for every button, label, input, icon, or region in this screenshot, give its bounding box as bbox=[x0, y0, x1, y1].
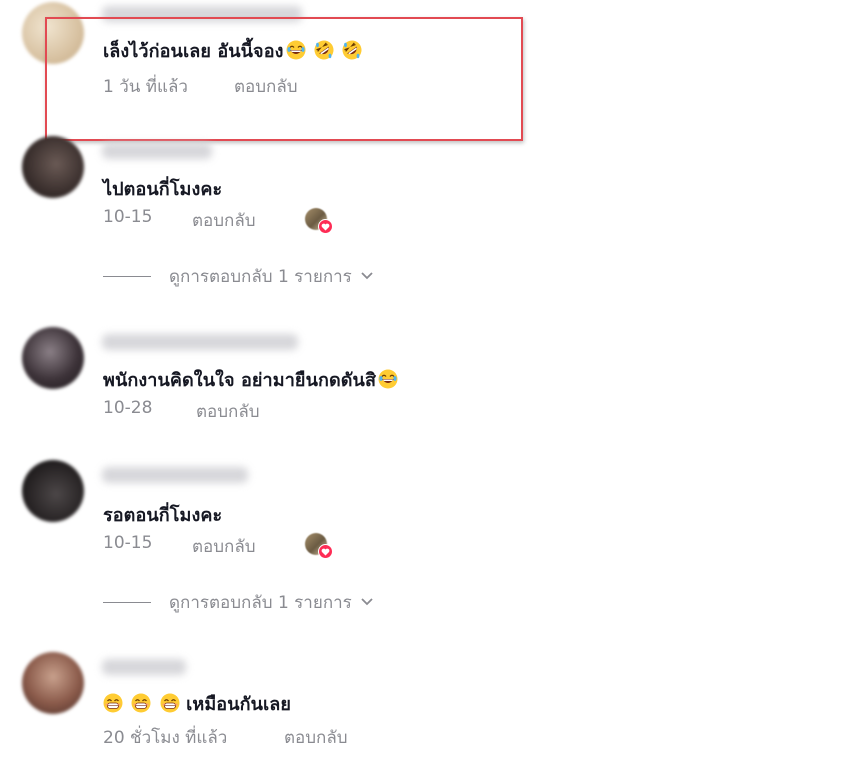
comment-text: ไปตอนกี่โมงคะ bbox=[103, 179, 223, 200]
grinning-face-icon bbox=[131, 693, 151, 713]
grinning-face-icon bbox=[160, 693, 180, 713]
view-replies-button[interactable]: ดูการตอบกลับ 1 รายการ bbox=[103, 591, 374, 613]
view-replies-button[interactable]: ดูการตอบกลับ 1 รายการ bbox=[103, 265, 374, 287]
comment-text: เหมือนกันเลย bbox=[103, 689, 291, 718]
heart-icon bbox=[318, 219, 333, 234]
chevron-down-icon bbox=[361, 272, 373, 280]
reply-button[interactable]: ตอบกลับ bbox=[192, 207, 256, 234]
avatar[interactable] bbox=[22, 652, 84, 714]
username-blurred[interactable] bbox=[102, 659, 186, 675]
reply-button[interactable]: ตอบกลับ bbox=[284, 724, 348, 751]
comment-time: 10-15 bbox=[103, 533, 153, 553]
laughing-face-icon bbox=[378, 369, 398, 389]
divider-line bbox=[103, 601, 151, 603]
comment-text-body: เหมือนกันเลย bbox=[186, 694, 292, 715]
grinning-face-icon bbox=[103, 693, 123, 713]
heart-icon bbox=[318, 544, 333, 559]
chevron-down-icon bbox=[361, 598, 373, 606]
divider-line bbox=[103, 275, 151, 277]
reply-button[interactable]: ตอบกลับ bbox=[192, 533, 256, 560]
avatar[interactable] bbox=[22, 327, 84, 389]
avatar[interactable] bbox=[22, 136, 84, 198]
reply-button[interactable]: ตอบกลับ bbox=[196, 398, 260, 425]
comment-time: 20 ชั่วโมง ที่แล้ว bbox=[103, 728, 228, 748]
comment-text: รอตอนกี่โมงคะ bbox=[103, 505, 223, 526]
avatar[interactable] bbox=[22, 460, 84, 522]
highlight-box bbox=[45, 17, 523, 141]
username-blurred[interactable] bbox=[102, 467, 248, 483]
username-blurred[interactable] bbox=[102, 143, 212, 159]
view-replies-label: ดูการตอบกลับ 1 รายการ bbox=[169, 592, 352, 613]
username-blurred[interactable] bbox=[102, 334, 298, 350]
comment-time: 10-28 bbox=[103, 398, 153, 418]
view-replies-label: ดูการตอบกลับ 1 รายการ bbox=[169, 266, 352, 287]
comment-time: 10-15 bbox=[103, 207, 153, 227]
comment-text: พนักงานคิดในใจ อย่ามายืนกดดันสิ bbox=[103, 365, 398, 394]
comment-text-body: พนักงานคิดในใจ อย่ามายืนกดดันสิ bbox=[103, 370, 377, 391]
